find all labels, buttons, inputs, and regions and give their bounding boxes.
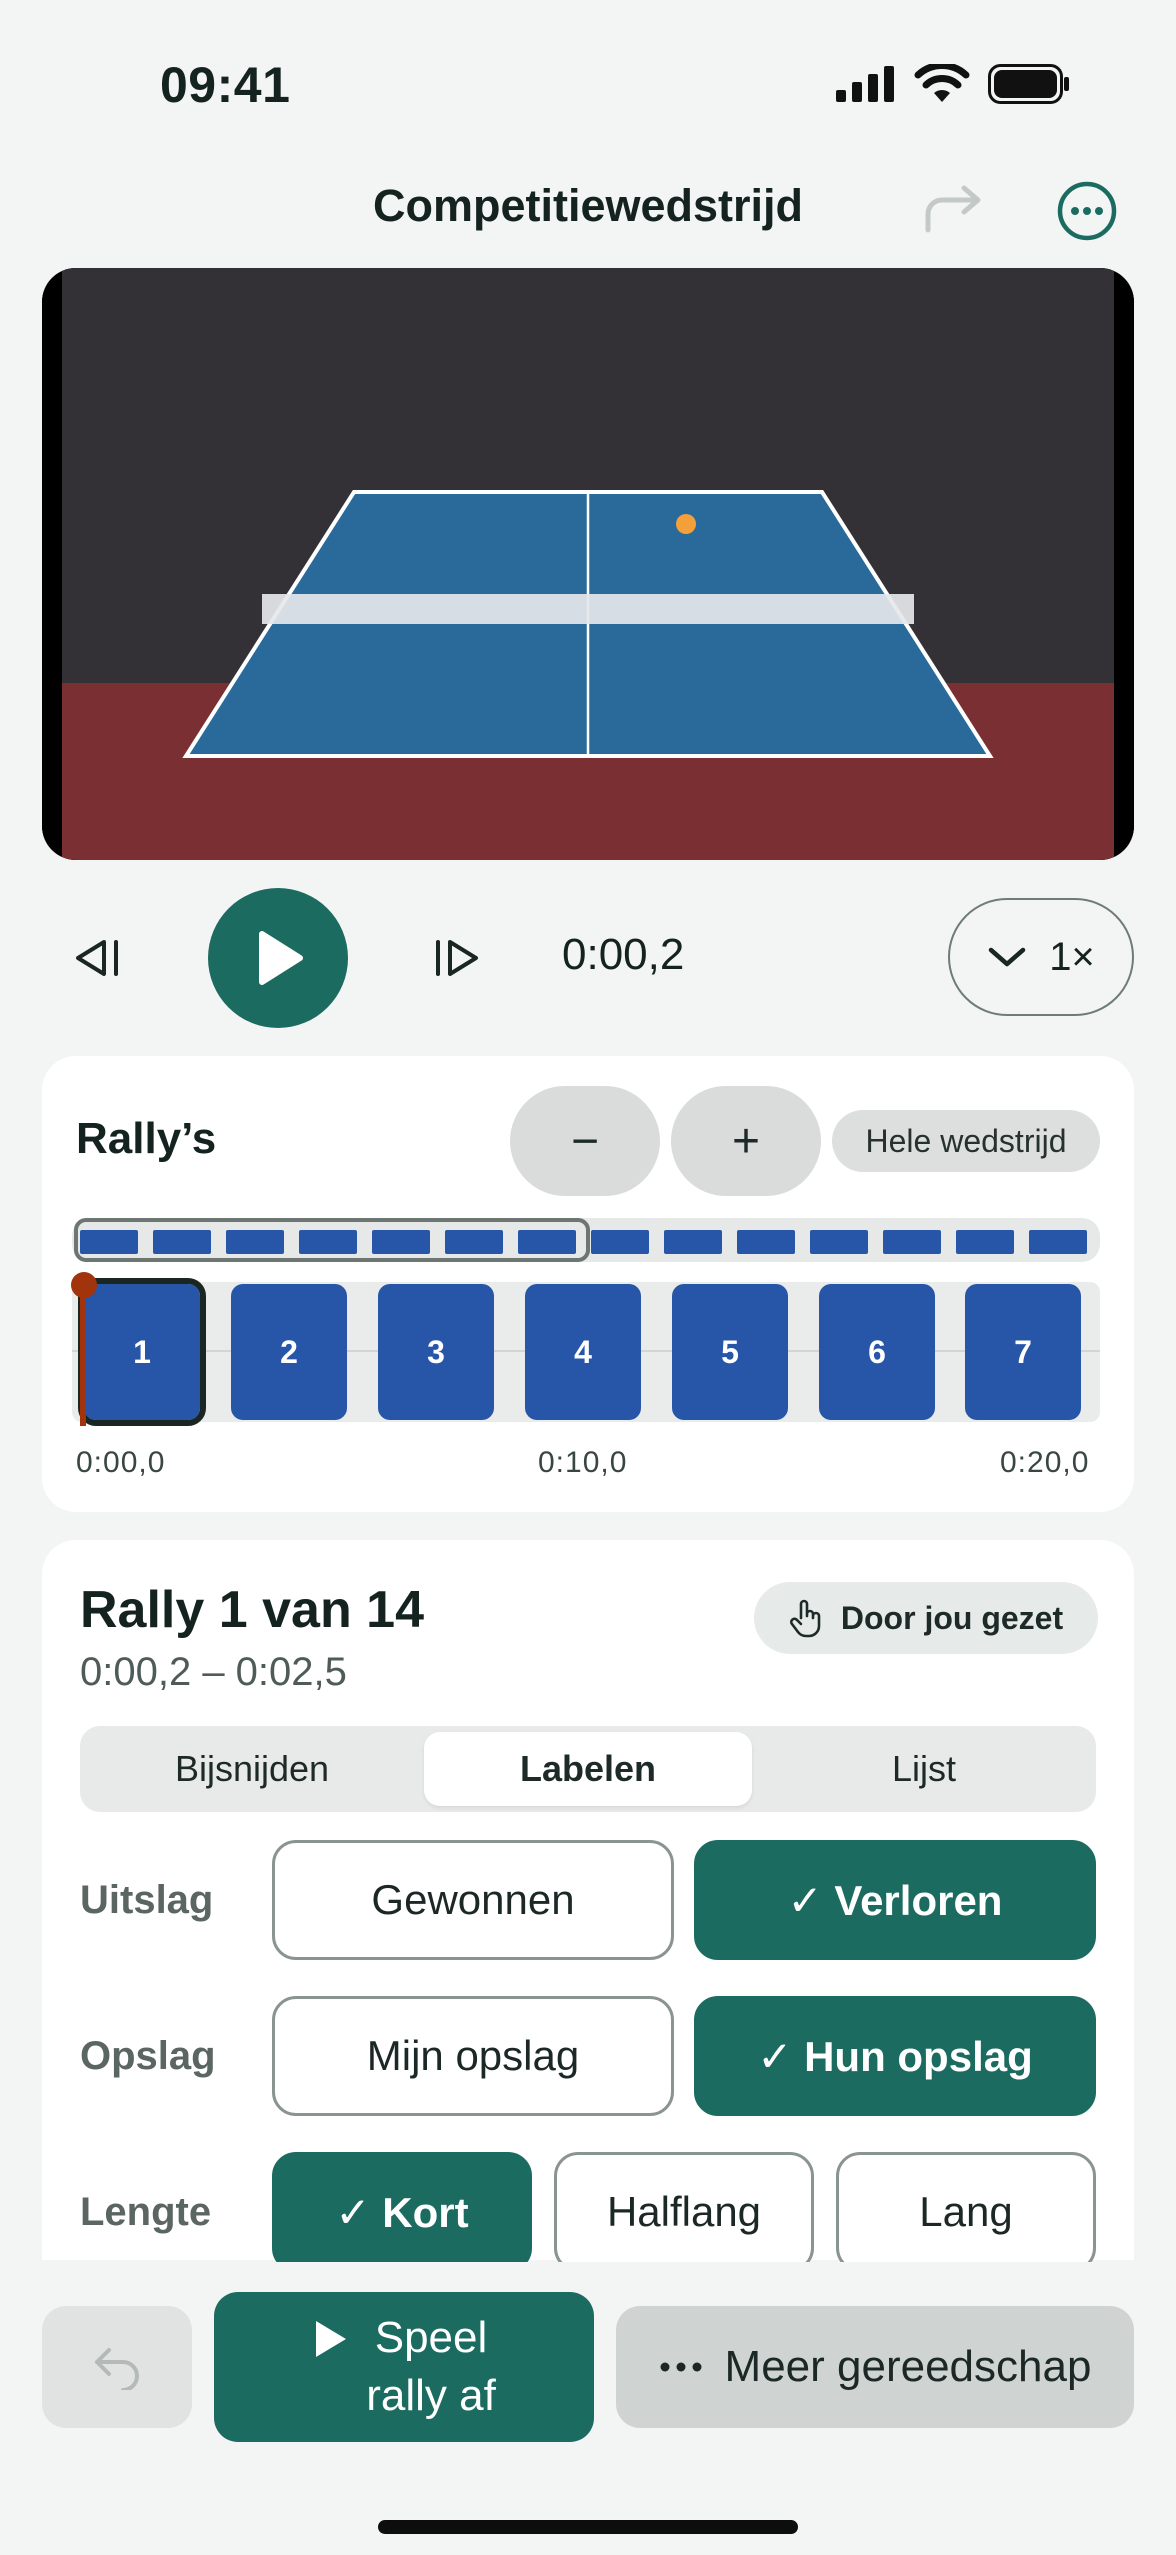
option-mijn-opslag[interactable]: Mijn opslag <box>272 1996 674 2116</box>
detail-tab-control: Bijsnijden Labelen Lijst <box>80 1726 1096 1812</box>
playback-time: 0:00,2 <box>562 930 685 979</box>
badge-label: Door jou gezet <box>840 1599 1064 1636</box>
chevron-down-icon <box>988 947 1026 967</box>
option-kort[interactable]: ✓ Kort <box>272 2152 532 2272</box>
overview-segment <box>664 1230 722 1254</box>
playback-speed-button[interactable]: 1× <box>948 898 1134 1016</box>
rally-block-4[interactable]: 4 <box>525 1284 641 1420</box>
more-tools-label: Meer gereedschap <box>724 2342 1092 2391</box>
rally-time-range: 0:00,2 – 0:02,5 <box>80 1650 347 1694</box>
zoom-out-button[interactable]: − <box>510 1086 660 1196</box>
status-time: 09:41 <box>160 57 291 113</box>
overview-segment <box>591 1230 649 1254</box>
status-icons <box>836 64 1070 104</box>
visible-range-frame[interactable] <box>74 1218 590 1262</box>
rally-block-2[interactable]: 2 <box>231 1284 347 1420</box>
next-frame-icon[interactable] <box>428 930 484 986</box>
option-lang[interactable]: Lang <box>836 2152 1096 2272</box>
time-tick-start: 0:00,0 <box>76 1446 166 1479</box>
option-halflang[interactable]: Halflang <box>554 2152 814 2272</box>
cellular-signal-icon <box>836 66 894 102</box>
uitslag-label: Uitslag <box>80 1878 214 1922</box>
whole-match-button[interactable]: Hele wedstrijd <box>832 1110 1100 1172</box>
play-rally-line2: rally af <box>366 2371 496 2420</box>
play-icon <box>316 2321 347 2357</box>
ball <box>676 514 696 534</box>
opslag-label: Opslag <box>80 2034 216 2078</box>
playhead[interactable] <box>80 1286 86 1426</box>
redo-icon[interactable] <box>922 180 986 236</box>
zoom-in-button[interactable]: + <box>671 1086 821 1196</box>
overview-segment <box>1029 1230 1087 1254</box>
table-tennis-scene <box>42 268 1134 860</box>
rally-block-5[interactable]: 5 <box>672 1284 788 1420</box>
tab-labelen[interactable]: Labelen <box>424 1732 752 1806</box>
play-icon <box>259 931 303 985</box>
rally-block-6[interactable]: 6 <box>819 1284 935 1420</box>
overview-segment <box>883 1230 941 1254</box>
battery-icon <box>988 64 1069 104</box>
previous-frame-icon[interactable] <box>70 930 126 986</box>
time-tick-middle: 0:10,0 <box>538 1446 628 1479</box>
rally-block-7[interactable]: 7 <box>965 1284 1081 1420</box>
overview-segment <box>737 1230 795 1254</box>
lengte-label: Lengte <box>80 2190 212 2234</box>
playhead-handle[interactable] <box>71 1272 97 1298</box>
undo-button[interactable] <box>42 2306 192 2428</box>
set-by-you-badge: Door jou gezet <box>754 1582 1098 1654</box>
hand-pointer-icon <box>789 1599 821 1638</box>
more-options-icon[interactable] <box>1056 180 1118 242</box>
undo-icon <box>95 2348 139 2390</box>
wifi-icon <box>914 64 970 102</box>
overview-segment <box>810 1230 868 1254</box>
rally-overview-strip[interactable] <box>72 1218 1100 1262</box>
rally-detail-title: Rally 1 van 14 <box>80 1581 424 1639</box>
page-title: Competitiewedstrijd <box>372 180 804 231</box>
overview-segment <box>956 1230 1014 1254</box>
play-button[interactable] <box>208 888 348 1028</box>
video-player[interactable] <box>42 268 1134 860</box>
speed-label: 1× <box>1049 934 1095 979</box>
home-indicator[interactable] <box>378 2520 798 2534</box>
option-hun-opslag[interactable]: ✓ Hun opslag <box>694 1996 1096 2116</box>
rally-block-1[interactable]: 1 <box>78 1278 206 1426</box>
tab-bijsnijden[interactable]: Bijsnijden <box>86 1732 418 1806</box>
rallies-title: Rally’s <box>76 1114 217 1163</box>
ellipsis-icon <box>660 2362 702 2372</box>
rally-block-3[interactable]: 3 <box>378 1284 494 1420</box>
time-tick-end: 0:20,0 <box>1000 1446 1090 1479</box>
play-rally-button[interactable]: Speel rally af <box>214 2292 594 2442</box>
more-tools-button[interactable]: Meer gereedschap <box>616 2306 1134 2428</box>
tab-lijst[interactable]: Lijst <box>758 1732 1090 1806</box>
play-rally-line1: Speel <box>374 2313 488 2362</box>
option-verloren[interactable]: ✓ Verloren <box>694 1840 1096 1960</box>
option-gewonnen[interactable]: Gewonnen <box>272 1840 674 1960</box>
